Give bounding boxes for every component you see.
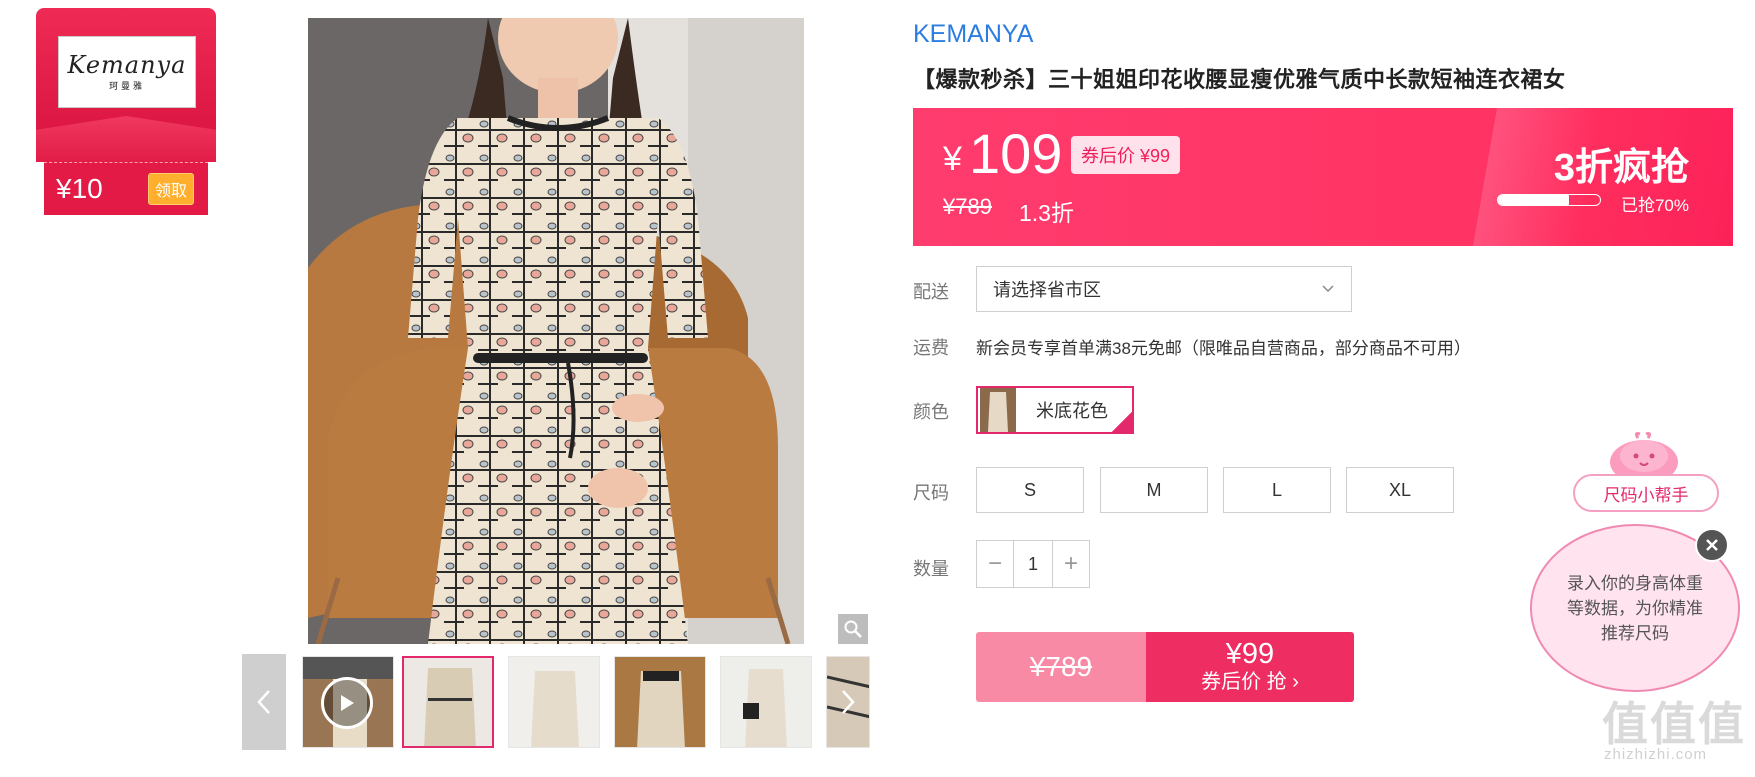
original-price: ¥789 [943,194,992,219]
coupon-footer: ¥10 领取 [44,162,208,215]
quantity-decrease-button[interactable]: − [977,550,1013,578]
main-product-image[interactable] [308,18,804,644]
discount-rate: 1.3折 [1019,200,1074,226]
price-banner: ¥ 109 券后价 ¥99 ¥789 1.3折 3折疯抢 已抢70% [913,108,1733,246]
thumbnail-image-3[interactable] [508,656,600,748]
brand-logo: Kemanya 珂曼雅 [58,36,196,108]
quantity-input[interactable]: 1 [1013,541,1053,587]
size-option-s[interactable]: S [976,467,1084,513]
buy-button-price: ¥99 [1225,638,1275,670]
size-label: 尺码 [913,483,949,503]
sold-progress-text: 已抢70% [1620,196,1689,215]
quantity-stepper: − 1 + [976,540,1090,588]
size-helper-text: 录入你的身高体重等数据，为你精准推荐尺码 [1567,573,1703,643]
size-option-m[interactable]: M [1100,467,1208,513]
shipping-label: 运费 [913,338,949,358]
selected-check-icon [1112,412,1132,432]
shipping-info: 新会员专享首单满38元免邮（限唯品自营商品，部分商品不可用） [976,339,1471,358]
thumbnail-video[interactable] [302,656,394,748]
brand-link[interactable]: KEMANYA [913,20,1033,49]
brand-logo-text: Kemanya [67,50,187,79]
quantity-increase-button[interactable]: + [1053,550,1089,578]
sold-progress-fill [1498,195,1570,205]
play-video-icon[interactable] [321,677,373,729]
thumbnail-next-button[interactable] [826,654,870,750]
watermark-logo: 值值值 [1602,698,1746,750]
store-coupon-card[interactable]: Kemanya 珂曼雅 ¥10 领取 [36,8,216,215]
chevron-down-icon [1321,278,1335,305]
sold-progress-bar [1497,194,1601,206]
currency-symbol: ¥ [943,140,962,178]
current-price: 109 [969,122,1063,185]
watermark-url: zhizhizhi.com [1604,746,1708,763]
color-label: 颜色 [913,402,949,422]
delivery-label: 配送 [913,282,949,302]
quantity-label: 数量 [913,559,949,579]
thumbnail-prev-button[interactable] [242,654,286,750]
thumbnail-image-2[interactable] [402,656,494,748]
thumbnail-image-4[interactable] [614,656,706,748]
thumbnail-image-5[interactable] [720,656,812,748]
buy-with-coupon-button[interactable]: ¥789 ¥99 券后价 抢 › [976,632,1354,702]
close-icon[interactable] [1695,528,1729,562]
zoom-icon[interactable] [838,614,868,644]
region-select[interactable]: 请选择省市区 [976,266,1352,312]
color-option-selected[interactable]: 米底花色 [976,386,1134,434]
buy-button-main: ¥99 券后价 抢 › [1146,632,1354,702]
after-coupon-price-badge: 券后价 ¥99 [1071,136,1181,174]
claim-coupon-button[interactable]: 领取 [147,173,194,205]
size-helper-button[interactable]: 尺码小帮手 [1573,474,1719,512]
color-option-name: 米底花色 [1036,401,1108,421]
brand-logo-subtext: 珂曼雅 [108,80,145,91]
product-title: 【爆款秒杀】三十姐姐印花收腰显瘦优雅气质中长款短袖连衣裙女 [913,67,1566,92]
flash-sale-title: 3折疯抢 [1553,147,1689,189]
size-option-xl[interactable]: XL [1346,467,1454,513]
buy-button-original-price: ¥789 [976,632,1146,702]
size-option-l[interactable]: L [1223,467,1331,513]
color-swatch [980,388,1016,432]
buy-button-cta: 券后价 抢 › [1201,671,1299,693]
region-select-placeholder: 请选择省市区 [993,280,1101,300]
coupon-amount: ¥10 [56,173,103,204]
